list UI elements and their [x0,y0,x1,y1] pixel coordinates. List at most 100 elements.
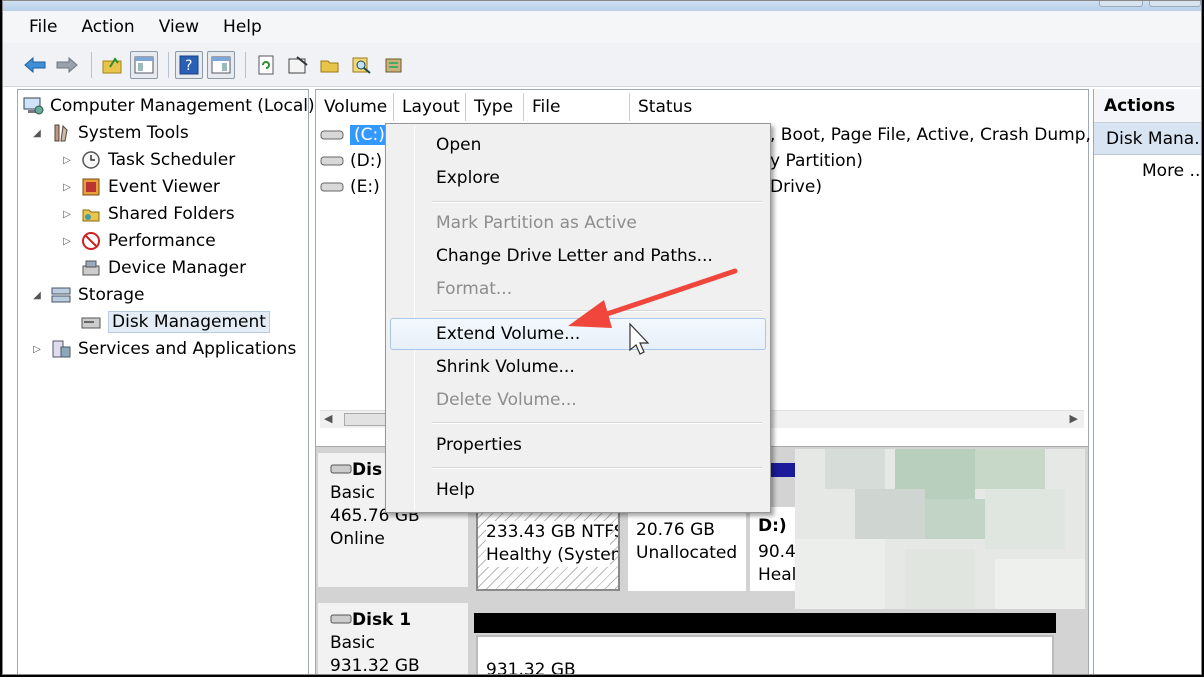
expand-arrow-icon[interactable]: ▷ [30,344,44,355]
performance-icon [80,230,102,252]
console-tree-icon [134,56,154,73]
disk-0-state: Online [330,529,385,549]
tree-label: Performance [108,231,216,251]
menu-view[interactable]: View [147,11,211,43]
scrollbar-thumb[interactable] [344,413,388,426]
column-layout[interactable]: Layout [394,93,466,121]
forward-arrow-icon [56,56,78,73]
computer-management-icon [22,95,44,117]
search-button[interactable] [348,51,376,79]
device-manager-icon [80,257,102,279]
expand-arrow-icon[interactable]: ▷ [60,182,74,193]
tree-label: Event Viewer [108,177,220,197]
menu-item-format: Format... [436,279,513,299]
tree-label: Disk Management [108,311,270,333]
menu-bar: File Action View Help [3,11,1201,43]
column-type[interactable]: Type [466,93,524,121]
storage-icon [50,284,72,306]
back-button[interactable] [21,51,49,79]
tree-item-task-scheduler[interactable]: ▷ Task Scheduler [60,147,235,173]
disk-1-size: 931.32 GB [330,656,420,675]
tree-label: Shared Folders [108,204,235,224]
volume-row[interactable]: (C:) [320,122,389,148]
volume-row[interactable]: (D:) [320,148,382,174]
expand-arrow-icon[interactable]: ▷ [60,236,74,247]
volume-row[interactable]: (E:) [320,174,380,200]
tree-item-computer-management[interactable]: Computer Management (Local) [22,93,315,119]
volume-name: (D:) [350,151,383,171]
event-viewer-icon [80,176,102,198]
collapse-arrow-icon[interactable]: ◢ [30,128,44,139]
menu-item-help[interactable]: Help [390,474,766,506]
disk-1-partition-size: 931.32 GB [486,660,576,675]
services-icon [50,338,72,360]
partition-unallocated[interactable]: 20.76 GB Unallocated [628,507,746,591]
tree-item-system-tools[interactable]: ◢ System Tools [30,120,189,146]
menu-item-properties[interactable]: Properties [390,429,766,461]
properties-button[interactable] [284,51,312,79]
disk-management-icon [80,311,102,333]
partition-c-status: Healthy (System [486,544,620,567]
disk-1-info[interactable]: Disk 1 Basic 931.32 GB [318,603,468,675]
volume-status-cell: y Partition) [770,151,863,171]
disk-1-partition[interactable]: 931.32 GB [476,635,1054,675]
drive-icon [320,130,344,140]
tree-item-shared-folders[interactable]: ▷ Shared Folders [60,201,235,227]
menu-item-shrink-volume[interactable]: Shrink Volume... [390,351,766,383]
tree-item-services-applications[interactable]: ▷ Services and Applications [30,336,296,362]
unallocated-size: 20.76 GB [636,520,715,540]
help-button[interactable]: ? [175,50,203,79]
toolbar-separator [245,51,246,78]
show-hide-action-pane-button[interactable] [207,50,235,79]
show-hide-console-tree-button[interactable] [130,50,158,79]
refresh-button[interactable] [252,51,280,79]
toolbar: ? [3,43,1201,87]
menu-item-explore[interactable]: Explore [390,162,766,194]
column-status[interactable]: Status [630,93,1088,121]
disk-tools-button[interactable] [380,51,408,79]
expand-arrow-icon[interactable]: ▷ [60,209,74,220]
collapse-arrow-icon[interactable]: ◢ [30,290,44,301]
computer-management-window: File Action View Help ? Computer Managem… [2,0,1202,675]
folder-up-icon [102,56,122,73]
tree-item-storage[interactable]: ◢ Storage [30,282,145,308]
menu-action[interactable]: Action [69,11,146,43]
partition-c[interactable]: 233.43 GB NTFS Healthy (System [476,507,620,591]
volume-status-cell: , Boot, Page File, Active, Crash Dump, P [770,125,1107,145]
expand-arrow-icon[interactable]: ▷ [60,155,74,166]
minimize-button[interactable] [1099,1,1143,7]
scroll-right-icon[interactable]: ▶ [1070,412,1078,425]
scroll-left-icon[interactable]: ◀ [324,412,332,425]
up-one-level-button[interactable] [98,51,126,79]
column-volume[interactable]: Volume [316,93,394,121]
tree-item-performance[interactable]: ▷ Performance [60,228,216,254]
menu-item-mark-active: Mark Partition as Active [436,213,637,233]
column-file-system[interactable]: File System [524,93,630,145]
unallocated-label: Unallocated [636,543,738,563]
close-button[interactable] [1149,1,1201,7]
tree-item-event-viewer[interactable]: ▷ Event Viewer [60,174,220,200]
menu-item-open[interactable]: Open [390,129,766,161]
menu-item-delete-volume: Delete Volume... [436,390,577,410]
tree-label: Storage [78,285,145,305]
menu-file[interactable]: File [17,11,69,43]
menu-item-change-drive-letter[interactable]: Change Drive Letter and Paths... [390,240,766,272]
svg-text:?: ? [185,58,192,74]
context-menu: Open Explore Mark Partition as Active Ch… [385,123,771,513]
menu-item-extend-volume[interactable]: Extend Volume... [390,318,766,350]
forward-button[interactable] [53,51,81,79]
menu-separator [432,422,762,424]
more-actions-link[interactable]: More ... [1094,155,1201,187]
column-header: Volume Layout Type File System Status [316,93,1088,145]
actions-section-disk-management[interactable]: Disk Mana... [1094,123,1201,155]
shared-folder-icon [80,203,102,225]
menu-separator [432,201,762,203]
magnifier-icon [352,57,371,74]
tree-item-disk-management[interactable]: Disk Management [80,309,270,335]
toolbar-separator [91,51,92,78]
disk-1-header-strip [474,613,1056,633]
tree-label: System Tools [78,123,189,143]
menu-help[interactable]: Help [211,11,274,43]
tree-item-device-manager[interactable]: Device Manager [80,255,246,281]
open-button[interactable] [316,51,344,79]
